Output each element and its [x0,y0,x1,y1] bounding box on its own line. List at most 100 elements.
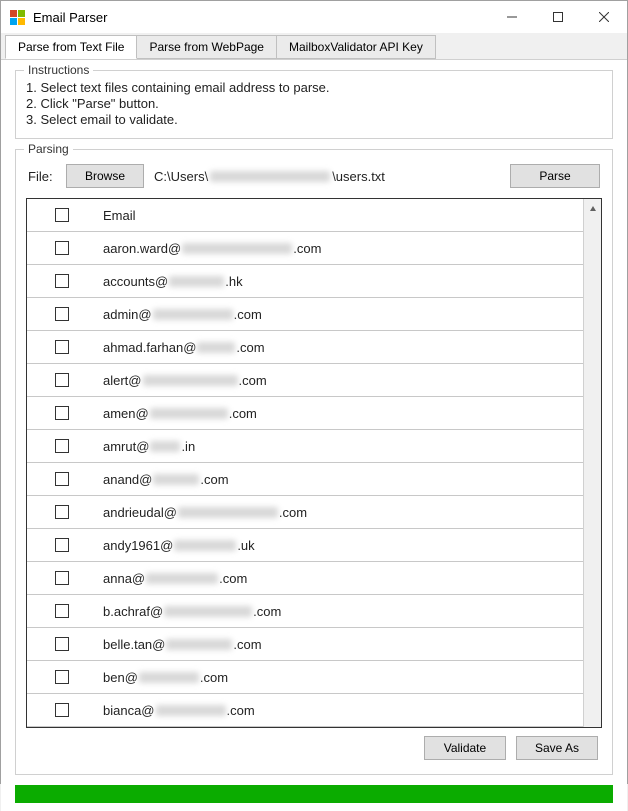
minimize-button[interactable] [489,1,535,33]
email-cell: accounts@.hk [97,274,583,289]
row-checkbox[interactable] [55,274,69,288]
email-prefix: andy1961@ [103,538,173,553]
instructions-legend: Instructions [24,63,93,77]
email-column-header: Email [97,208,583,223]
tab-strip: Parse from Text FileParse from WebPageMa… [1,33,627,60]
email-prefix: anand@ [103,472,152,487]
row-checkbox[interactable] [55,307,69,321]
tab-1[interactable]: Parse from WebPage [136,35,277,59]
table-row[interactable]: anna@.com [27,562,583,595]
row-checkbox[interactable] [55,472,69,486]
file-label: File: [28,169,56,184]
redacted-domain [153,309,233,320]
email-prefix: andrieudal@ [103,505,177,520]
table-row[interactable]: belle.tan@ .com [27,628,583,661]
email-cell: anna@.com [97,571,583,586]
table-body: Email aaron.ward@.com accounts@.hk admin@.… [27,199,583,727]
row-checkbox[interactable] [55,538,69,552]
redacted-domain [150,408,228,419]
file-path-suffix: \users.txt [332,169,385,184]
row-checkbox[interactable] [55,373,69,387]
table-row[interactable]: aaron.ward@.com [27,232,583,265]
email-prefix: amen@ [103,406,149,421]
email-cell: amrut@ .in [97,439,583,454]
email-suffix: .com [253,604,281,619]
email-prefix: ben@ [103,670,138,685]
email-cell: amen@.com [97,406,583,421]
parse-button[interactable]: Parse [510,164,600,188]
validate-button[interactable]: Validate [424,736,506,760]
table-row[interactable]: b.achraf@ .com [27,595,583,628]
row-checkbox-cell [27,307,97,321]
vertical-scrollbar[interactable] [583,199,601,727]
table-row[interactable]: amrut@ .in [27,430,583,463]
maximize-button[interactable] [535,1,581,33]
email-prefix: accounts@ [103,274,168,289]
instruction-line-2: 3. Select email to validate. [26,112,602,127]
row-checkbox[interactable] [55,340,69,354]
instructions-group: Instructions 1. Select text files contai… [15,70,613,139]
redacted-domain [174,540,236,551]
row-checkbox-cell [27,637,97,651]
scroll-up-button[interactable] [584,199,601,219]
scrollbar-track[interactable] [584,219,601,727]
row-checkbox[interactable] [55,439,69,453]
redacted-domain [153,474,199,485]
table-row[interactable]: andrieudal@ .com [27,496,583,529]
email-cell: admin@.com [97,307,583,322]
table-row[interactable]: ahmad.farhan@.com [27,331,583,364]
browse-button[interactable]: Browse [66,164,144,188]
redacted-domain [146,573,218,584]
redacted-domain [178,507,278,518]
redacted-domain [169,276,224,287]
row-checkbox-cell [27,604,97,618]
close-button[interactable] [581,1,627,33]
table-row[interactable]: ben@.com [27,661,583,694]
row-checkbox[interactable] [55,637,69,651]
select-all-checkbox[interactable] [55,208,69,222]
redacted-domain [166,639,232,650]
instruction-line-0: 1. Select text files containing email ad… [26,80,602,95]
save-as-button[interactable]: Save As [516,736,598,760]
email-prefix: belle.tan@ [103,637,165,652]
email-suffix: .com [233,637,261,652]
email-suffix: .com [239,373,267,388]
row-checkbox-cell [27,670,97,684]
email-cell: andy1961@.uk [97,538,583,553]
table-row[interactable]: alert@ .com [27,364,583,397]
row-checkbox[interactable] [55,241,69,255]
row-checkbox[interactable] [55,604,69,618]
row-checkbox[interactable] [55,571,69,585]
header-checkbox-cell [27,208,97,222]
row-checkbox-cell [27,472,97,486]
table-row[interactable]: bianca@.com [27,694,583,727]
table-row[interactable]: amen@.com [27,397,583,430]
email-suffix: .com [279,505,307,520]
row-checkbox-cell [27,241,97,255]
row-checkbox[interactable] [55,505,69,519]
row-checkbox-cell [27,340,97,354]
row-checkbox-cell [27,571,97,585]
email-cell: belle.tan@ .com [97,637,583,652]
row-checkbox-cell [27,274,97,288]
email-prefix: amrut@ [103,439,149,454]
window-title: Email Parser [33,10,489,25]
email-suffix: .com [219,571,247,586]
email-suffix: .com [200,472,228,487]
table-row[interactable]: andy1961@.uk [27,529,583,562]
row-checkbox[interactable] [55,703,69,717]
tab-0[interactable]: Parse from Text File [5,35,137,59]
table-row[interactable]: anand@ .com [27,463,583,496]
tab-2[interactable]: MailboxValidator API Key [276,35,436,59]
email-prefix: bianca@ [103,703,155,718]
email-cell: aaron.ward@.com [97,241,583,256]
redacted-path [210,171,330,182]
email-prefix: b.achraf@ [103,604,163,619]
table-row[interactable]: accounts@.hk [27,265,583,298]
row-checkbox[interactable] [55,406,69,420]
table-row[interactable]: admin@.com [27,298,583,331]
row-checkbox[interactable] [55,670,69,684]
email-prefix: admin@ [103,307,152,322]
email-prefix: alert@ [103,373,142,388]
email-suffix: .in [181,439,195,454]
